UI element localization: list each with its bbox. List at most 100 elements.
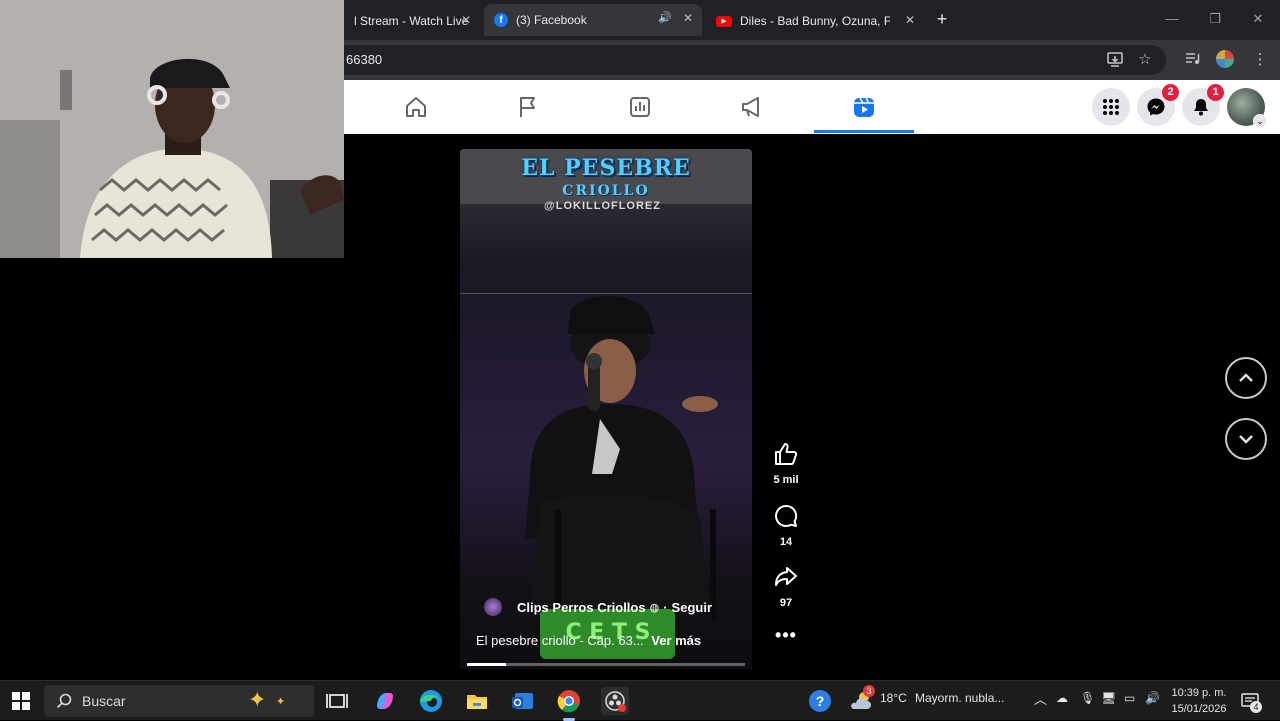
like-count: 5 mil: [773, 474, 799, 486]
channel-name[interactable]: Clips Perros Criollos: [517, 600, 646, 615]
account-avatar[interactable]: ⌄: [1227, 88, 1267, 128]
video-progress-fill: [467, 663, 506, 666]
clock-date: 15/01/2026: [1171, 703, 1227, 715]
share-count: 97: [779, 597, 793, 609]
dashboard-icon[interactable]: [627, 94, 653, 120]
tab-youtube[interactable]: ▶ Diles - Bad Bunny, Ozuna, Farru ✕: [706, 6, 924, 36]
chevron-down-icon: [1239, 435, 1253, 444]
close-window-icon[interactable]: ✕: [1244, 8, 1272, 30]
channel-row: Clips Perros Criollos ◍ · Seguir: [484, 598, 712, 616]
profile-avatar[interactable]: [1216, 50, 1236, 70]
grid-icon: [1103, 99, 1119, 115]
notifications-button[interactable]: 1: [1182, 84, 1224, 126]
next-reel-button[interactable]: [1225, 418, 1267, 460]
system-clock[interactable]: 10:39 p. m. 15/01/2026: [1168, 685, 1230, 717]
webcam-overlay: [0, 0, 344, 258]
obs-icon[interactable]: [601, 687, 629, 715]
reels-icon[interactable]: [851, 94, 877, 120]
task-view-icon[interactable]: [323, 687, 351, 715]
close-icon[interactable]: ✕: [458, 12, 474, 28]
close-icon[interactable]: ✕: [902, 12, 918, 28]
search-icon: [56, 693, 72, 709]
more-options-icon[interactable]: •••: [766, 625, 806, 646]
new-tab-button[interactable]: +: [930, 8, 954, 32]
file-explorer-icon[interactable]: [463, 687, 491, 715]
facebook-icon: f: [494, 13, 508, 27]
chevron-down-icon: ⌄: [1253, 114, 1267, 128]
messenger-button[interactable]: 2: [1137, 84, 1179, 126]
video-progress-bar[interactable]: [467, 663, 745, 666]
caption-text: El pesebre criollo - Cap. 63...: [476, 633, 644, 648]
windows-taskbar: Buscar ✦ ✦ ? 3 18°C Mayorm. nubla... ︿ ☁…: [0, 680, 1280, 721]
comment-icon: [775, 504, 798, 527]
tab-stream[interactable]: l Stream - Watch Live ✕: [344, 6, 480, 36]
chrome-menu-icon[interactable]: ⋮: [1250, 50, 1270, 70]
media-control-icon[interactable]: [1182, 50, 1202, 70]
taskbar-search-box[interactable]: Buscar ✦ ✦: [44, 685, 314, 717]
youtube-icon: ▶: [716, 15, 732, 27]
bell-icon: [1194, 99, 1208, 116]
outlook-icon[interactable]: [509, 687, 537, 715]
weather-description: Mayorm. nubla...: [915, 691, 1005, 705]
like-button[interactable]: 5 mil: [766, 441, 806, 486]
messenger-icon: [1147, 98, 1165, 116]
network-icon[interactable]: 🖥: [1101, 691, 1116, 705]
comment-count: 14: [779, 536, 793, 548]
active-tab-indicator: [814, 130, 914, 133]
volume-icon[interactable]: 🔊: [1145, 691, 1160, 705]
weather-badge: 3: [863, 685, 875, 697]
previous-reel-button[interactable]: [1225, 357, 1267, 399]
clock-time: 10:39 p. m.: [1171, 687, 1227, 699]
channel-avatar[interactable]: [484, 598, 502, 616]
webcam-person-image: [0, 0, 344, 258]
video-overlay-title: EL PESEBRE: [521, 155, 691, 181]
tab-title: (3) Facebook: [516, 13, 587, 27]
battery-icon[interactable]: ▭: [1124, 691, 1135, 705]
comment-button[interactable]: 14: [766, 503, 806, 548]
menu-grid-button[interactable]: [1092, 88, 1130, 126]
restore-icon[interactable]: ❐: [1201, 8, 1229, 30]
address-bar[interactable]: 66380: [330, 45, 1166, 75]
video-overlay-handle: @LOKILLOFLOREZ: [544, 200, 661, 212]
bookmark-star-icon[interactable]: ☆: [1135, 50, 1155, 70]
messenger-badge: 2: [1162, 84, 1179, 101]
microphone-icon[interactable]: 🎙: [1080, 691, 1095, 705]
help-icon[interactable]: ?: [809, 690, 831, 712]
edge-icon[interactable]: [417, 687, 445, 715]
share-button[interactable]: 97: [766, 564, 806, 609]
chevron-up-icon: [1239, 373, 1253, 382]
video-overlay-subtitle: CRIOLLO: [562, 183, 650, 199]
notification-count: 4: [1250, 701, 1262, 713]
weather-temp: 18°C: [880, 691, 907, 705]
sparkle-icon: ✦: [276, 696, 286, 708]
pages-flag-icon[interactable]: [515, 94, 541, 120]
install-app-icon[interactable]: [1105, 50, 1125, 70]
notifications-badge: 1: [1207, 84, 1224, 101]
copilot-sparkle-icon: ✦: [248, 687, 267, 712]
home-icon[interactable]: [403, 94, 429, 120]
windows-start-icon[interactable]: [12, 692, 30, 715]
search-placeholder: Buscar: [82, 693, 126, 709]
see-more-link[interactable]: Ver más: [651, 633, 701, 648]
minimize-icon[interactable]: —: [1158, 8, 1186, 30]
tray-chevron-up-icon[interactable]: ︿: [1034, 689, 1047, 708]
reel-video-player[interactable]: C E T S EL PESEBRE CRIOLLO @LOKILLOFLORE…: [460, 149, 752, 669]
thumbs-up-icon: [775, 443, 798, 465]
follow-button[interactable]: Seguir: [672, 600, 712, 615]
copilot-icon[interactable]: [371, 687, 399, 715]
verified-icon: ◍: [649, 601, 660, 614]
close-icon[interactable]: ✕: [680, 10, 696, 26]
speaker-icon[interactable]: 🔊: [658, 11, 672, 24]
weather-icon[interactable]: 3: [849, 685, 875, 718]
facebook-nav-bar: 2 1 ⌄: [344, 80, 1280, 134]
tab-title: Diles - Bad Bunny, Ozuna, Farru: [740, 14, 890, 28]
video-frame-image: C E T S: [460, 149, 752, 659]
notification-center-icon[interactable]: 4: [1240, 691, 1262, 716]
tab-title: l Stream - Watch Live: [354, 14, 469, 28]
ads-megaphone-icon[interactable]: [739, 94, 765, 120]
chrome-icon[interactable]: [555, 687, 583, 721]
onedrive-icon[interactable]: ☁: [1056, 691, 1068, 705]
url-text: 66380: [346, 52, 383, 67]
tab-facebook[interactable]: f (3) Facebook 🔊 ✕: [484, 4, 702, 36]
share-icon: [775, 567, 797, 586]
